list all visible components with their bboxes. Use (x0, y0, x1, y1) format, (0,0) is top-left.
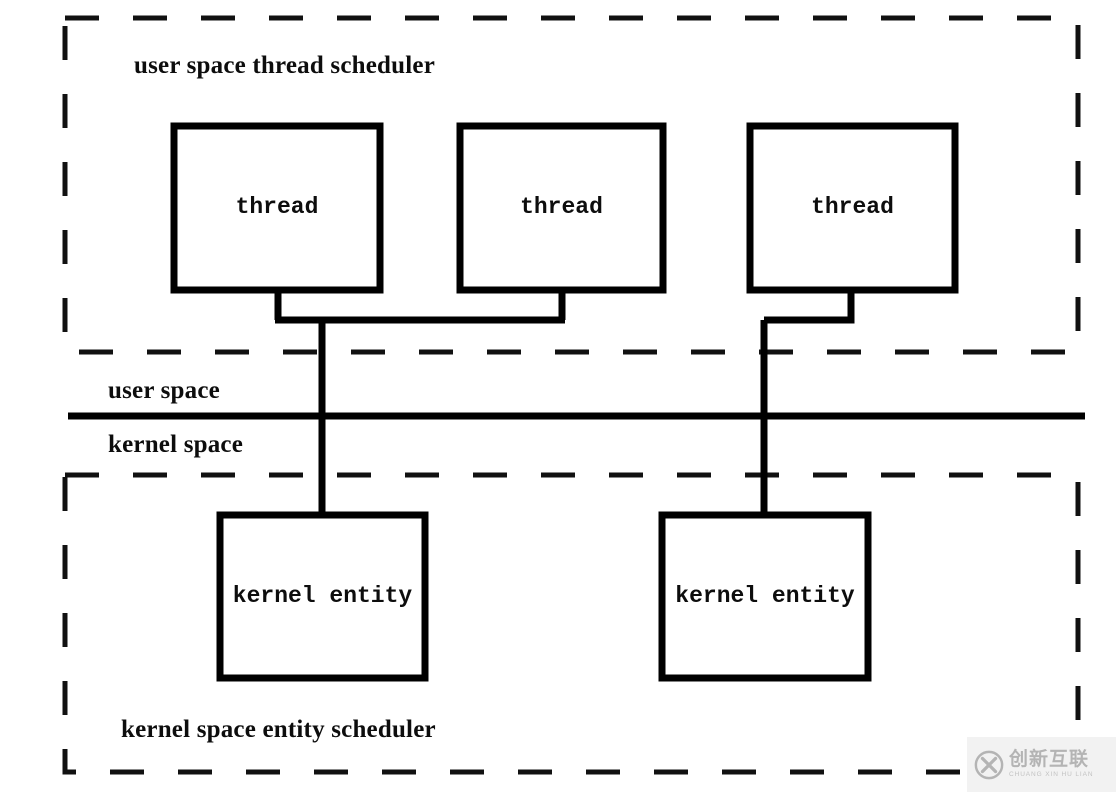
thread-box-1[interactable]: thread (174, 126, 380, 290)
circled-x-icon (974, 750, 1004, 779)
thread-box-3[interactable]: thread (750, 126, 955, 290)
watermark-sub-text: CHUANG XIN HU LIAN (1009, 771, 1094, 779)
region-label-kernel-space-scheduler: kernel space entity scheduler (121, 716, 436, 743)
kernel-entity-box-2[interactable]: kernel entity (662, 515, 868, 678)
connector-lines (274, 290, 855, 515)
divider-label-user-space: user space (108, 377, 220, 404)
thread-box-2[interactable]: thread (460, 126, 663, 290)
thread-box-1-label: thread (235, 194, 319, 221)
watermark: 创新互联 CHUANG XIN HU LIAN (967, 737, 1116, 792)
region-label-user-space-scheduler: user space thread scheduler (134, 52, 435, 79)
watermark-text-group: 创新互联 CHUANG XIN HU LIAN (1009, 750, 1093, 779)
thread-box-2-label: thread (520, 194, 603, 221)
kernel-entity-box-2-label: kernel entity (675, 582, 855, 609)
kernel-entity-box-1-label: kernel entity (232, 582, 413, 609)
kernel-entity-box-1[interactable]: kernel entity (220, 515, 425, 678)
divider-label-kernel-space: kernel space (108, 431, 244, 458)
connector-thread-3-stub (764, 290, 855, 324)
diagram-canvas: user space thread scheduler kernel space… (0, 0, 1116, 792)
watermark-main-text: 创新互联 (1009, 749, 1090, 771)
thread-box-3-label: thread (811, 194, 894, 221)
